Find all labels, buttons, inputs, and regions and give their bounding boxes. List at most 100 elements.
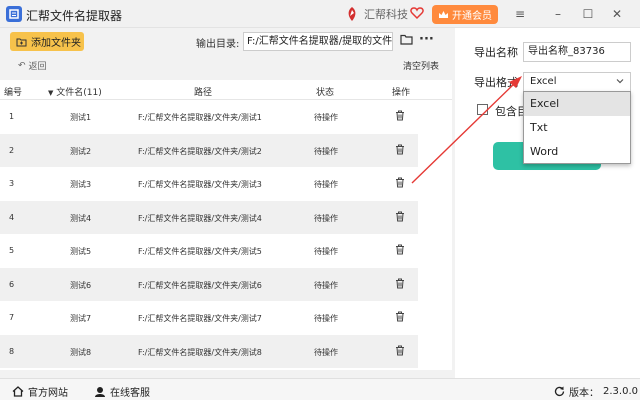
more-icon[interactable]: ···: [419, 32, 434, 47]
row-status: 待操作: [314, 247, 338, 256]
table-row[interactable]: 3 测试3 F:/汇帮文件名提取器/文件夹/测试3 待操作: [0, 167, 418, 200]
table-scroll-area: [420, 100, 452, 370]
version-info: 版本： 2.3.0.0: [554, 384, 638, 399]
row-name: 测试4: [70, 213, 92, 223]
row-path: F:/汇帮文件名提取器/文件夹/测试1: [138, 113, 262, 122]
export-format-label: 导出格式: [474, 76, 518, 89]
col-index: 编号: [4, 88, 23, 98]
support-icon: [95, 387, 105, 397]
back-button[interactable]: ↶ 返回: [18, 59, 47, 73]
brand-name: 汇帮科技: [364, 8, 408, 21]
row-status: 待操作: [314, 180, 338, 189]
export-name-label: 导出名称: [474, 46, 518, 59]
back-label: 返回: [28, 62, 47, 72]
table-row[interactable]: 2 测试2 F:/汇帮文件名提取器/文件夹/测试2 待操作: [0, 133, 418, 167]
status-bar: 官方网站 在线客服 版本： 2.3.0.0: [0, 378, 640, 400]
row-index: 3: [9, 179, 15, 188]
format-option-excel[interactable]: Excel: [524, 92, 630, 116]
row-index: 5: [9, 246, 15, 255]
back-bar: ↶ 返回 清空列表: [0, 54, 452, 76]
export-name-field[interactable]: 导出名称_83736: [523, 42, 631, 62]
table-row[interactable]: 6 测试6 F:/汇帮文件名提取器/文件夹/测试6 待操作: [0, 267, 418, 301]
col-name-label: 文件名(11): [56, 88, 102, 98]
menu-icon[interactable]: ≡: [512, 6, 528, 22]
trash-icon[interactable]: [395, 144, 405, 155]
home-icon: [12, 386, 24, 397]
toolbar: 添加文件夹 输出目录: F:/汇帮文件名提取器/提取的文件名 ···: [0, 28, 452, 54]
table-row[interactable]: 7 测试7 F:/汇帮文件名提取器/文件夹/测试7 待操作: [0, 301, 418, 334]
col-path: 路径: [194, 88, 213, 98]
format-dropdown: Excel Txt Word: [523, 91, 631, 164]
table-row[interactable]: 8 测试8 F:/汇帮文件名提取器/文件夹/测试8 待操作: [0, 334, 418, 368]
col-name[interactable]: ▼ 文件名(11): [48, 85, 102, 98]
website-link[interactable]: 官方网站: [12, 384, 68, 399]
refresh-icon[interactable]: [554, 386, 565, 397]
row-path: F:/汇帮文件名提取器/文件夹/测试7: [138, 314, 262, 323]
include-checkbox[interactable]: [477, 104, 488, 115]
support-link[interactable]: 在线客服: [94, 384, 150, 399]
settings-panel: 导出名称 导出名称_83736 导出格式 Excel 包含目: [455, 28, 640, 378]
version-value: 2.3.0.0: [603, 386, 638, 397]
export-format-select[interactable]: Excel: [523, 72, 631, 92]
close-icon[interactable]: ✕: [609, 6, 625, 22]
vip-button[interactable]: 开通会员: [432, 5, 498, 24]
table-row[interactable]: 5 测试5 F:/汇帮文件名提取器/文件夹/测试5 待操作: [0, 234, 418, 267]
row-status: 待操作: [314, 347, 338, 357]
back-arrow-icon: ↶: [18, 60, 26, 71]
col-action: 操作: [392, 88, 411, 98]
row-index: 2: [9, 145, 15, 155]
output-dir-label: 输出目录:: [196, 39, 240, 50]
clear-list-button[interactable]: 清空列表: [403, 59, 439, 72]
website-label: 官方网站: [28, 388, 68, 399]
trash-icon[interactable]: [395, 311, 405, 322]
row-status: 待操作: [314, 146, 338, 156]
format-option-word[interactable]: Word: [524, 140, 630, 164]
version-label: 版本：: [569, 388, 599, 399]
add-folder-button[interactable]: 添加文件夹: [10, 32, 84, 51]
vip-label: 开通会员: [452, 11, 492, 22]
maximize-icon[interactable]: ☐: [580, 6, 596, 22]
file-table: 编号 ▼ 文件名(11) 路径 状态 操作 1 测试1 F:/汇帮文件名提取器/文件…: [0, 80, 452, 370]
row-index: 6: [9, 279, 15, 289]
table-row[interactable]: 1 测试1 F:/汇帮文件名提取器/文件夹/测试1 待操作: [0, 100, 418, 133]
brand: 汇帮科技: [344, 5, 408, 23]
row-path: F:/汇帮文件名提取器/文件夹/测试3: [138, 180, 262, 189]
row-name: 测试5: [70, 247, 92, 256]
row-index: 8: [9, 346, 15, 356]
row-name: 测试3: [70, 180, 92, 189]
trash-icon[interactable]: [395, 278, 405, 289]
output-dir-field[interactable]: F:/汇帮文件名提取器/提取的文件名: [243, 32, 393, 51]
format-option-txt[interactable]: Txt: [524, 116, 630, 140]
brand-logo-icon: [348, 7, 356, 21]
app-title: 汇帮文件名提取器: [26, 9, 123, 23]
sort-down-icon: ▼: [48, 89, 54, 97]
row-path: F:/汇帮文件名提取器/文件夹/测试5: [138, 247, 262, 256]
trash-icon[interactable]: [395, 110, 405, 121]
row-status: 待操作: [314, 113, 338, 122]
trash-icon[interactable]: [395, 177, 405, 188]
table-row[interactable]: 4 测试4 F:/汇帮文件名提取器/文件夹/测试4 待操作: [0, 200, 418, 234]
row-index: 4: [9, 212, 15, 222]
trash-icon[interactable]: [395, 211, 405, 222]
row-name: 测试6: [70, 280, 92, 290]
trash-icon[interactable]: [395, 345, 405, 356]
minimize-icon[interactable]: –: [550, 6, 566, 22]
app-logo-icon: [6, 6, 22, 22]
folder-icon[interactable]: [400, 34, 413, 45]
trash-icon[interactable]: [395, 244, 405, 255]
chevron-down-icon: [616, 79, 624, 84]
add-folder-label: 添加文件夹: [31, 38, 81, 49]
table-header: 编号 ▼ 文件名(11) 路径 状态 操作: [0, 80, 452, 100]
heart-icon[interactable]: [410, 6, 424, 20]
row-index: 1: [9, 112, 15, 121]
row-path: F:/汇帮文件名提取器/文件夹/测试2: [138, 146, 262, 156]
row-path: F:/汇帮文件名提取器/文件夹/测试4: [138, 213, 262, 223]
row-name: 测试2: [70, 146, 92, 156]
support-label: 在线客服: [110, 388, 150, 399]
export-format-value: Excel: [530, 76, 557, 87]
row-name: 测试1: [70, 113, 92, 122]
add-folder-icon: [16, 38, 27, 46]
row-index: 7: [9, 313, 15, 322]
title-bar: 汇帮文件名提取器 汇帮科技 开通会员 ≡ – ☐ ✕: [0, 0, 640, 28]
vip-crown-icon: [439, 10, 448, 18]
